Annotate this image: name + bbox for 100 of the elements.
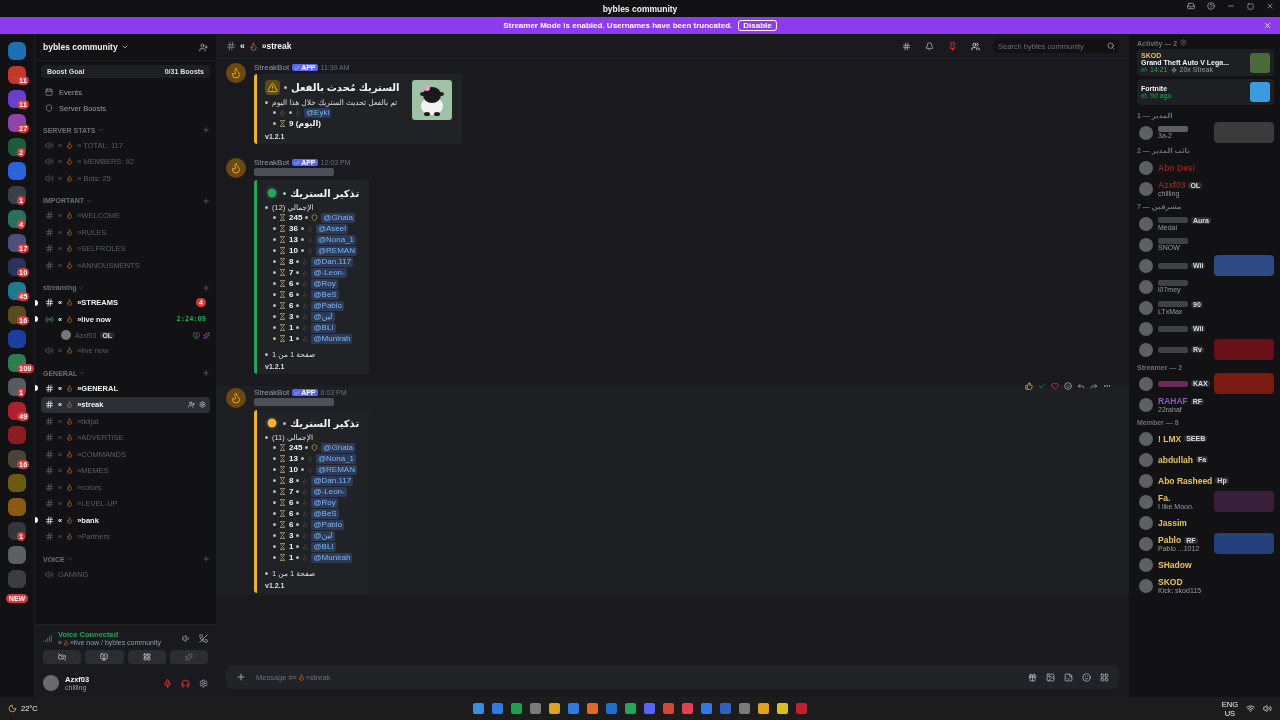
- server-icon[interactable]: [8, 522, 26, 540]
- emoji-icon[interactable]: [1082, 672, 1091, 682]
- server-icon[interactable]: [8, 186, 26, 204]
- user-mention[interactable]: @Munirah: [311, 333, 353, 344]
- user-mention[interactable]: @BLI: [311, 322, 336, 333]
- user-mention[interactable]: @-Leon-: [311, 486, 347, 497]
- forward-icon[interactable]: [1090, 382, 1098, 390]
- more-icon[interactable]: [1103, 382, 1111, 390]
- server-icon[interactable]: [8, 402, 26, 420]
- calendar-icon: [45, 88, 53, 96]
- user-avatar[interactable]: [43, 675, 59, 691]
- volume-icon[interactable]: [1263, 704, 1272, 713]
- taskbar-app-icon[interactable]: [739, 703, 750, 714]
- help-icon[interactable]: [1207, 2, 1215, 10]
- activities-button[interactable]: [127, 650, 166, 664]
- user-mention[interactable]: @BLI: [311, 541, 336, 552]
- screen-share-button[interactable]: [85, 650, 124, 664]
- close-icon[interactable]: [1266, 2, 1274, 10]
- taskbar-app-icon[interactable]: [796, 703, 807, 714]
- taskbar-app-icon[interactable]: [606, 703, 617, 714]
- taskbar-app-icon[interactable]: [701, 703, 712, 714]
- user-mention[interactable]: @Roy: [311, 278, 338, 289]
- camera-button[interactable]: [43, 650, 82, 664]
- server-icon[interactable]: [8, 138, 26, 156]
- user-mention[interactable]: @Ghala: [321, 212, 355, 223]
- taskbar-app-icon[interactable]: [625, 703, 636, 714]
- thumbs-up-icon[interactable]: [1025, 382, 1033, 390]
- invite-icon[interactable]: [199, 42, 208, 52]
- author-name[interactable]: StreakBot: [254, 388, 290, 397]
- heart-icon[interactable]: [1051, 382, 1059, 390]
- server-icon[interactable]: [8, 210, 26, 228]
- hourglass-icon: [279, 335, 286, 342]
- maximize-icon[interactable]: [1247, 2, 1254, 10]
- bot-avatar[interactable]: [226, 158, 246, 178]
- author-name[interactable]: StreakBot: [254, 158, 290, 167]
- server-icon[interactable]: [8, 66, 26, 84]
- invite-icon[interactable]: [188, 401, 195, 409]
- members-icon[interactable]: [971, 41, 980, 51]
- apps-icon[interactable]: [1100, 672, 1109, 682]
- server-icon[interactable]: [8, 114, 26, 132]
- reply-icon[interactable]: [1077, 382, 1085, 390]
- server-icon[interactable]: [8, 90, 26, 108]
- add-reaction-icon[interactable]: [1064, 382, 1072, 390]
- taskbar-app-icon[interactable]: [549, 703, 560, 714]
- check-icon[interactable]: [1038, 382, 1046, 390]
- gift-icon[interactable]: [1028, 672, 1037, 682]
- user-mention[interactable]: @Aseel: [315, 223, 349, 234]
- user-mention[interactable]: @Nona_1: [315, 234, 357, 245]
- taskbar-app-icon[interactable]: [511, 703, 522, 714]
- user-mention[interactable]: @REMAN: [315, 245, 357, 256]
- taskbar-app-icon[interactable]: [682, 703, 693, 714]
- user-mention[interactable]: @Pablo: [311, 519, 345, 530]
- taskbar-app-icon[interactable]: [758, 703, 769, 714]
- add-icon[interactable]: [236, 672, 246, 682]
- search-icon[interactable]: [1107, 42, 1115, 50]
- taskbar-app-icon[interactable]: [568, 703, 579, 714]
- taskbar-app-icon[interactable]: [473, 703, 484, 714]
- author-name[interactable]: StreakBot: [254, 63, 290, 72]
- user-mention[interactable]: @Pablo: [311, 300, 345, 311]
- settings-icon[interactable]: [199, 678, 208, 688]
- settings-icon[interactable]: [1180, 39, 1188, 46]
- server-icon[interactable]: [8, 306, 26, 324]
- taskbar-app-icon[interactable]: [492, 703, 503, 714]
- server-icon[interactable]: [8, 378, 26, 396]
- bot-avatar[interactable]: [226, 63, 246, 83]
- taskbar-app-icon[interactable]: [663, 703, 674, 714]
- sticker-icon[interactable]: [1064, 672, 1073, 682]
- taskbar-app-icon[interactable]: [777, 703, 788, 714]
- unread-pip: [35, 385, 38, 392]
- disconnect-icon[interactable]: [199, 633, 208, 643]
- server-icon[interactable]: [8, 234, 26, 252]
- banner-text: Streamer Mode is enabled. Usernames have been truncated.: [503, 21, 733, 30]
- taskbar-app-icon[interactable]: [720, 703, 731, 714]
- taskbar-app-icon[interactable]: [530, 703, 541, 714]
- user-mention[interactable]: @BeS: [311, 289, 339, 300]
- taskbar-app-icon[interactable]: [587, 703, 598, 714]
- user-mention[interactable]: @Dan.117: [311, 256, 354, 267]
- user-mention[interactable]: @REMAN: [315, 464, 357, 475]
- disable-button[interactable]: Disable: [738, 20, 777, 31]
- user-mention[interactable]: @Ghala: [321, 442, 355, 453]
- server-icon[interactable]: [8, 450, 26, 468]
- user-mention[interactable]: @Eyki: [304, 107, 332, 118]
- server-icon[interactable]: [8, 282, 26, 300]
- user-mention[interactable]: @Munirah: [311, 552, 353, 563]
- server-name[interactable]: bybles community: [43, 42, 118, 52]
- user-mention[interactable]: @Dan.117: [311, 475, 354, 486]
- wifi-icon[interactable]: [1246, 704, 1255, 713]
- user-mention[interactable]: @-Leon-: [311, 267, 347, 278]
- bullet-dot: [296, 260, 300, 263]
- user-mention[interactable]: @لين: [311, 530, 335, 541]
- pin-icon[interactable]: [948, 41, 957, 51]
- taskbar-app-icon[interactable]: [644, 703, 655, 714]
- server-icon[interactable]: [8, 258, 26, 276]
- bot-avatar[interactable]: [226, 388, 246, 408]
- user-mention[interactable]: @Roy: [311, 497, 338, 508]
- user-mention[interactable]: @BeS: [311, 508, 339, 519]
- inbox-icon[interactable]: [1187, 2, 1195, 10]
- user-mention[interactable]: @Nona_1: [315, 453, 357, 464]
- user-mention[interactable]: @لين: [311, 311, 335, 322]
- headphones-icon[interactable]: [181, 678, 190, 688]
